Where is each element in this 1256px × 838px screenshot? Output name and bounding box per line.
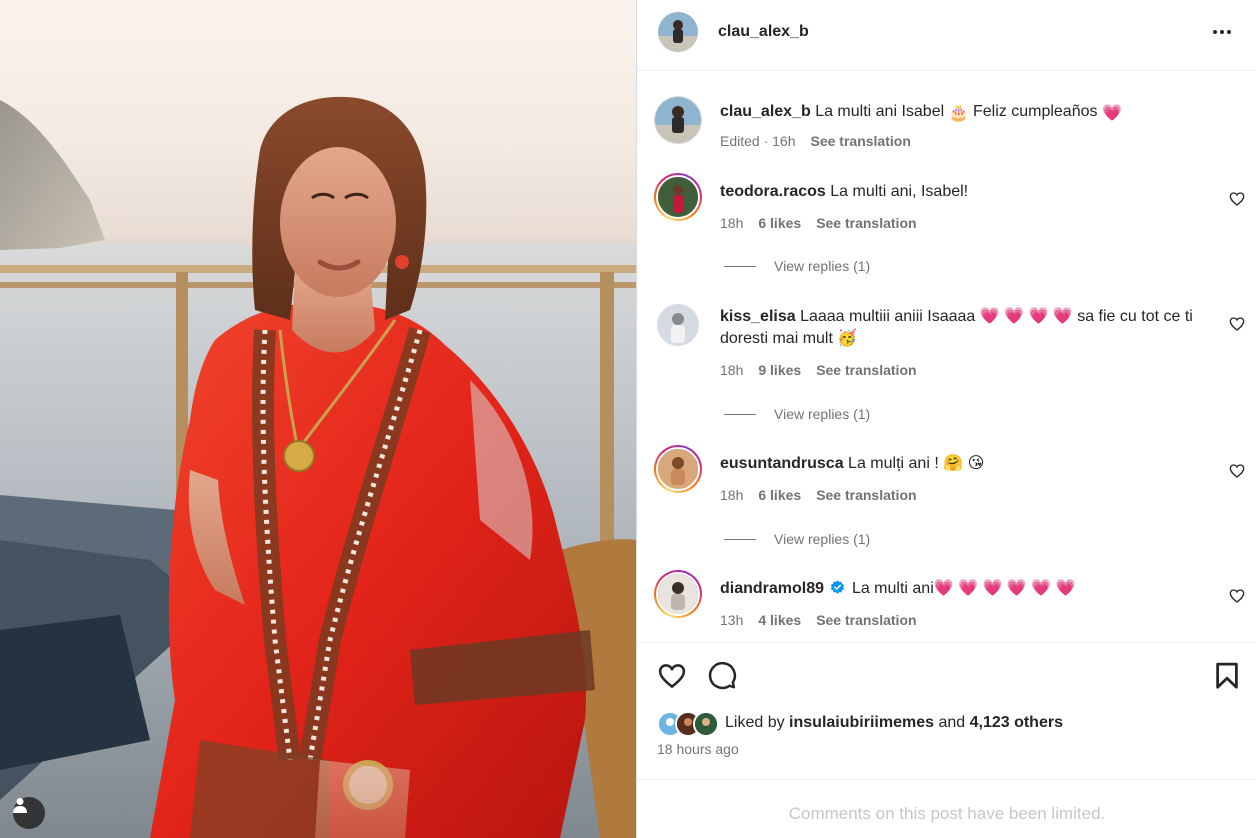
caption-text-part1: La multi ani Isabel: [815, 103, 945, 120]
comment-meta: 18h 6 likes See translation: [720, 215, 917, 231]
liker-avatar: [693, 711, 719, 737]
view-replies-label: View replies (1): [774, 531, 871, 547]
comment-text: kiss_elisa Laaaa multiii aniii Isaaaa 💗 …: [720, 306, 1210, 350]
caption-author-avatar[interactable]: [654, 96, 702, 144]
view-replies-button[interactable]: View replies (1): [724, 258, 870, 274]
comment-like-heart-icon[interactable]: [1229, 463, 1245, 479]
comment-likes[interactable]: 4 likes: [758, 612, 801, 628]
comment-meta: 13h 4 likes See translation: [720, 612, 917, 628]
post-photo[interactable]: [0, 0, 636, 838]
comments-list[interactable]: clau_alex_b La multi ani Isabel 🎂 Feliz …: [637, 72, 1256, 642]
comment-see-translation[interactable]: See translation: [816, 612, 916, 628]
liked-by-others[interactable]: 4,123 others: [970, 714, 1063, 731]
more-options-button[interactable]: [1207, 22, 1237, 42]
tagged-users-button[interactable]: [13, 797, 45, 829]
comment-body: La mulți ani ! 🤗 😘: [848, 455, 985, 472]
comment-username[interactable]: eusuntandrusca: [720, 455, 844, 472]
liked-by-prefix: Liked by: [725, 714, 785, 731]
comment-like-heart-icon[interactable]: [1229, 588, 1245, 604]
comment-body: La multi ani, Isabel!: [830, 183, 969, 200]
post-time-ago[interactable]: 18 hours ago: [657, 741, 739, 757]
comment-avatar[interactable]: [657, 304, 699, 346]
caption-meta: Edited · 16h See translation: [720, 133, 911, 149]
heart-emoji: 💗: [1101, 105, 1122, 122]
comment-likes[interactable]: 6 likes: [758, 487, 801, 503]
comment-see-translation[interactable]: See translation: [816, 215, 916, 231]
comment-text: diandramol89 La multi ani💗 💗 💗 💗 💗 💗: [720, 578, 1210, 600]
comment-see-translation[interactable]: See translation: [816, 362, 916, 378]
comment-avatar[interactable]: [654, 445, 702, 493]
comment-username[interactable]: diandramol89: [720, 580, 824, 597]
liked-by-and: and: [938, 714, 966, 731]
comment-avatar[interactable]: [654, 570, 702, 618]
comment-see-translation[interactable]: See translation: [816, 487, 916, 503]
user-icon: [13, 798, 27, 813]
post-header: clau_alex_b: [637, 0, 1256, 71]
comment-bubble-icon[interactable]: [707, 661, 737, 691]
caption-edited-time: Edited · 16h: [720, 133, 796, 149]
caption-text-part2: Feliz cumpleaños: [972, 103, 1098, 120]
comment-meta: 18h 9 likes See translation: [720, 362, 917, 378]
comment-username[interactable]: teodora.racos: [720, 183, 826, 200]
comment-time: 18h: [720, 362, 744, 378]
more-horizontal-icon: [1213, 30, 1231, 34]
comment-username[interactable]: kiss_elisa: [720, 308, 796, 325]
likers-avatars[interactable]: [657, 711, 727, 737]
comment-like-heart-icon[interactable]: [1229, 316, 1245, 332]
verified-badge-icon: [831, 580, 845, 594]
post-image: [0, 96, 636, 838]
comment-time: 13h: [720, 612, 744, 628]
author-avatar[interactable]: [658, 12, 698, 52]
comment-likes[interactable]: 6 likes: [758, 215, 801, 231]
caption-see-translation[interactable]: See translation: [811, 133, 911, 149]
caption-username[interactable]: clau_alex_b: [720, 103, 811, 120]
cake-emoji: 🎂: [948, 105, 969, 122]
view-replies-label: View replies (1): [774, 258, 871, 274]
heart-outline-icon[interactable]: [657, 661, 687, 691]
comment-likes[interactable]: 9 likes: [758, 362, 801, 378]
comment-like-heart-icon[interactable]: [1229, 191, 1245, 207]
comment-meta: 18h 6 likes See translation: [720, 487, 917, 503]
comments-limited-notice: Comments on this post have been limited.: [788, 804, 1106, 823]
view-replies-label: View replies (1): [774, 406, 871, 422]
liked-by-summary: Liked by insulaiubiriimemes and 4,123 ot…: [725, 714, 1063, 732]
author-username[interactable]: clau_alex_b: [718, 23, 809, 41]
post-actions: Liked by insulaiubiriimemes and 4,123 ot…: [637, 642, 1256, 780]
comment-text: teodora.racos La multi ani, Isabel!: [720, 181, 1210, 203]
comment-time: 18h: [720, 215, 744, 231]
view-replies-button[interactable]: View replies (1): [724, 406, 870, 422]
comment-body: La multi ani💗 💗 💗 💗 💗 💗: [851, 580, 1076, 597]
liked-by-user[interactable]: insulaiubiriimemes: [789, 714, 934, 731]
post-side-panel: clau_alex_b clau_alex_b La multi ani Isa…: [636, 0, 1256, 838]
view-replies-button[interactable]: View replies (1): [724, 531, 870, 547]
bookmark-icon[interactable]: [1212, 661, 1242, 691]
comment-avatar[interactable]: [654, 173, 702, 221]
comment-time: 18h: [720, 487, 744, 503]
comment-text: eusuntandrusca La mulți ani ! 🤗 😘: [720, 453, 1210, 475]
caption-text: clau_alex_b La multi ani Isabel 🎂 Feliz …: [720, 101, 1210, 125]
